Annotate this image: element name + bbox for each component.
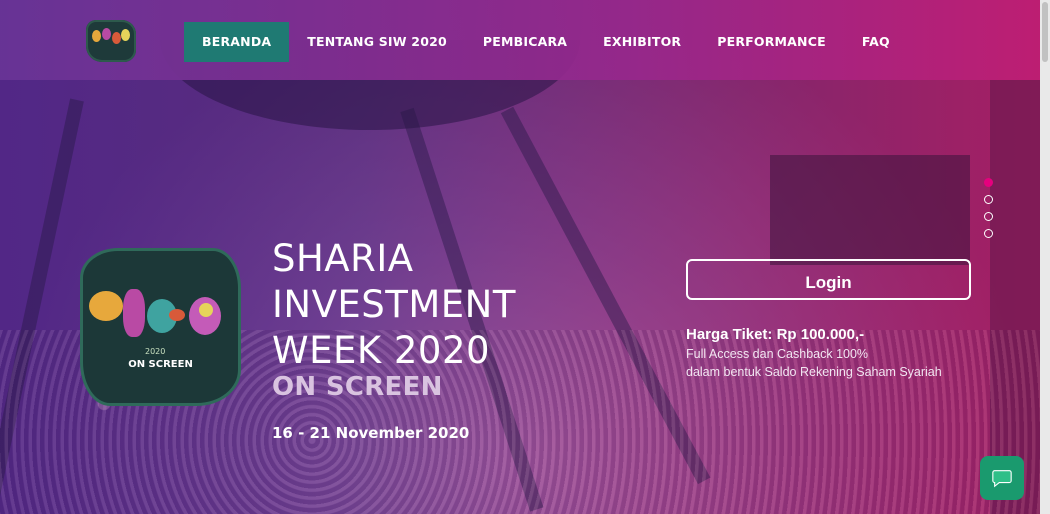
- ticket-benefit-line: dalam bentuk Saldo Rekening Saham Syaria…: [686, 365, 942, 379]
- slider-dot[interactable]: [984, 212, 993, 221]
- chat-button[interactable]: [980, 456, 1024, 500]
- nav-item-faq[interactable]: FAQ: [844, 22, 908, 62]
- chat-bubble-icon: [992, 470, 1012, 488]
- main-menu: BERANDA TENTANG SIW 2020 PEMBICARA EXHIB…: [184, 22, 908, 62]
- background-screen: [770, 155, 970, 265]
- logo-shape: [199, 303, 213, 317]
- slider-dot[interactable]: [984, 178, 993, 187]
- nav-item-exhibitor[interactable]: EXHIBITOR: [585, 22, 699, 62]
- login-button[interactable]: Login: [686, 259, 971, 300]
- ticket-benefit-line: Full Access dan Cashback 100%: [686, 347, 869, 361]
- hero-title-line: WEEK 2020: [272, 329, 491, 372]
- scrollbar-thumb[interactable]: [1042, 2, 1048, 62]
- nav-item-tentang-siw-2020[interactable]: TENTANG SIW 2020: [289, 22, 465, 62]
- hero-title-line: INVESTMENT: [272, 283, 516, 326]
- siw-nav-logo[interactable]: [86, 20, 136, 62]
- logo-caption: ON SCREEN: [128, 359, 193, 370]
- logo-year: 2020: [145, 347, 166, 356]
- hero-subtitle: ON SCREEN: [272, 372, 443, 402]
- logo-shape: [123, 289, 145, 337]
- hero-title-line: SHARIA: [272, 237, 414, 280]
- siw-on-screen-logo: 2020 ON SCREEN: [80, 248, 241, 406]
- nav-item-beranda[interactable]: BERANDA: [184, 22, 290, 62]
- slider-dot[interactable]: [984, 229, 993, 238]
- slider-dots: [984, 178, 993, 246]
- hero-title: SHARIA INVESTMENT WEEK 2020: [272, 236, 516, 374]
- nav-item-performance[interactable]: PERFORMANCE: [699, 22, 844, 62]
- ticket-info: Harga Tiket: Rp 100.000,- Full Access da…: [686, 326, 942, 381]
- top-navbar: BERANDA TENTANG SIW 2020 PEMBICARA EXHIB…: [0, 0, 1040, 80]
- slider-dot[interactable]: [984, 195, 993, 204]
- logo-shape: [169, 309, 185, 321]
- page-scrollbar[interactable]: [1040, 0, 1050, 514]
- ticket-price: Harga Tiket: Rp 100.000,-: [686, 326, 865, 343]
- nav-item-pembicara[interactable]: PEMBICARA: [465, 22, 585, 62]
- logo-shape: [89, 291, 123, 321]
- event-dates: 16 - 21 November 2020: [272, 424, 470, 442]
